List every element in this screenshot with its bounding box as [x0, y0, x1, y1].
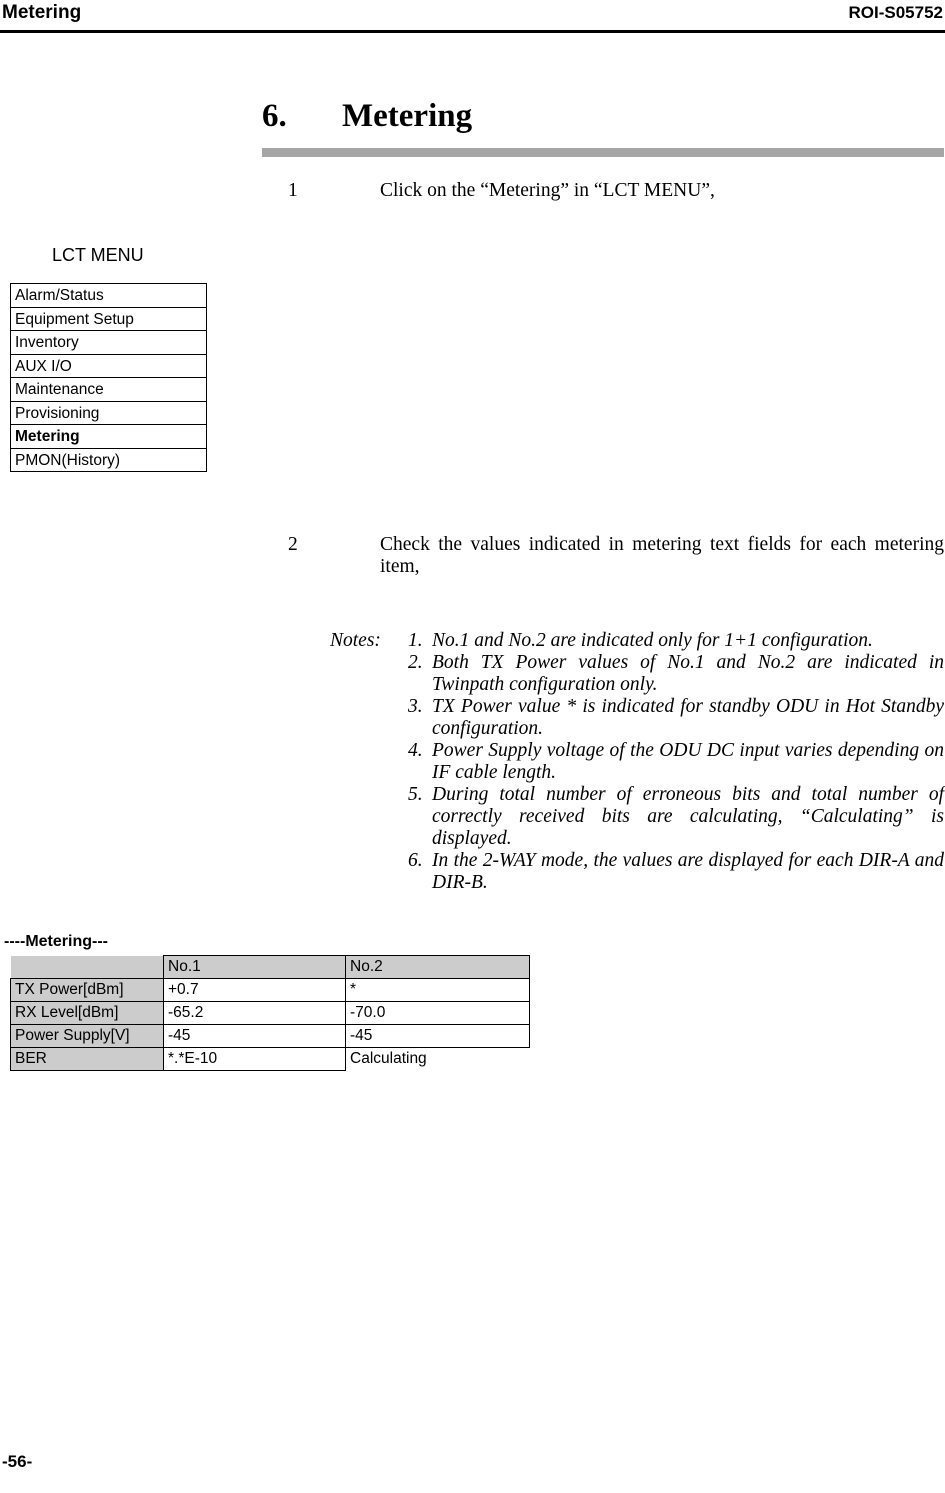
lct-menu-item-maintenance[interactable]: Maintenance: [11, 378, 206, 402]
note-number: 6.: [408, 850, 423, 871]
row-value-rx-level-no1: -65.2: [163, 1001, 346, 1025]
row-value-tx-power-no2: *: [345, 978, 530, 1002]
row-label-tx-power: TX Power[dBm]: [10, 978, 164, 1002]
step-1-number: 1: [288, 180, 298, 201]
note-text: Power Supply voltage of the ODU DC input…: [432, 740, 944, 783]
note-item: 6. In the 2-WAY mode, the values are dis…: [408, 850, 944, 894]
row-label-rx-level: RX Level[dBm]: [10, 1001, 164, 1025]
note-text: Both TX Power values of No.1 and No.2 ar…: [432, 652, 944, 695]
lct-menu-label: LCT MENU: [52, 245, 144, 265]
table-header-no1: No.1: [163, 955, 346, 979]
step-2-number: 2: [288, 534, 298, 555]
document-page: Metering ROI-S05752 6. Metering 1 Click o…: [0, 0, 945, 1493]
note-number: 2.: [408, 652, 423, 673]
note-item: 5. During total number of erroneous bits…: [408, 784, 944, 850]
lct-menu-item-provisioning[interactable]: Provisioning: [11, 402, 206, 425]
page-header: Metering ROI-S05752: [0, 0, 945, 34]
table-header-row: No.1 No.2: [10, 955, 530, 979]
row-value-ber-no1: *.*E-10: [163, 1047, 346, 1071]
lct-menu-item-metering[interactable]: Metering: [11, 425, 206, 449]
row-value-rx-level-no2: -70.0: [345, 1001, 530, 1025]
table-row: TX Power[dBm] +0.7 *: [10, 978, 530, 1002]
row-label-ber: BER: [10, 1047, 164, 1071]
chapter-heading: 6. Metering: [262, 98, 942, 135]
step-2-text: Check the values indicated in metering t…: [380, 534, 944, 577]
row-value-power-supply-no1: -45: [163, 1024, 346, 1048]
note-number: 5.: [408, 784, 423, 805]
table-row: Power Supply[V] -45 -45: [10, 1024, 530, 1048]
note-number: 4.: [408, 740, 423, 761]
row-value-tx-power-no1: +0.7: [163, 978, 346, 1002]
note-text: In the 2-WAY mode, the values are displa…: [432, 850, 944, 893]
table-header-blank: [10, 955, 164, 979]
note-text: No.1 and No.2 are indicated only for 1+1…: [432, 630, 873, 651]
lct-menu-item-pmon-history[interactable]: PMON(History): [11, 449, 206, 472]
header-divider: [0, 30, 945, 33]
lct-menu-item-alarm-status[interactable]: Alarm/Status: [11, 284, 206, 308]
page-number: -56-: [2, 1452, 33, 1471]
notes-list: 1. No.1 and No.2 are indicated only for …: [408, 630, 944, 894]
lct-menu-item-inventory[interactable]: Inventory: [11, 331, 206, 355]
chapter-number: 6.: [262, 98, 287, 134]
metering-caption: ----Metering---: [4, 933, 108, 950]
lct-menu-list: Alarm/Status Equipment Setup Inventory A…: [10, 283, 207, 472]
note-item: 4. Power Supply voltage of the ODU DC in…: [408, 740, 944, 784]
chapter-title: Metering: [342, 98, 473, 134]
notes-label: Notes:: [330, 630, 381, 651]
lct-menu-item-equipment-setup[interactable]: Equipment Setup: [11, 308, 206, 331]
note-text: TX Power value * is indicated for standb…: [432, 696, 944, 739]
row-value-power-supply-no2: -45: [345, 1024, 530, 1048]
note-number: 1.: [408, 630, 423, 651]
row-label-power-supply: Power Supply[V]: [10, 1024, 164, 1048]
table-header-no2: No.2: [345, 955, 530, 979]
table-row: BER *.*E-10 Calculating: [10, 1047, 530, 1071]
metering-table: No.1 No.2 TX Power[dBm] +0.7 * RX Level[…: [10, 955, 530, 1071]
table-row: RX Level[dBm] -65.2 -70.0: [10, 1001, 530, 1025]
chapter-divider: [262, 148, 944, 157]
row-value-ber-no2: Calculating: [350, 1050, 427, 1068]
note-text: During total number of erroneous bits an…: [432, 784, 944, 849]
header-title: Metering: [2, 2, 82, 23]
lct-menu-item-aux-io[interactable]: AUX I/O: [11, 355, 206, 378]
note-item: 3. TX Power value * is indicated for sta…: [408, 696, 944, 740]
note-number: 3.: [408, 696, 423, 717]
header-document-code: ROI-S05752: [848, 3, 944, 22]
step-1-text: Click on the “Metering” in “LCT MENU”,: [380, 180, 715, 201]
note-item: 1. No.1 and No.2 are indicated only for …: [408, 630, 944, 652]
note-item: 2. Both TX Power values of No.1 and No.2…: [408, 652, 944, 696]
